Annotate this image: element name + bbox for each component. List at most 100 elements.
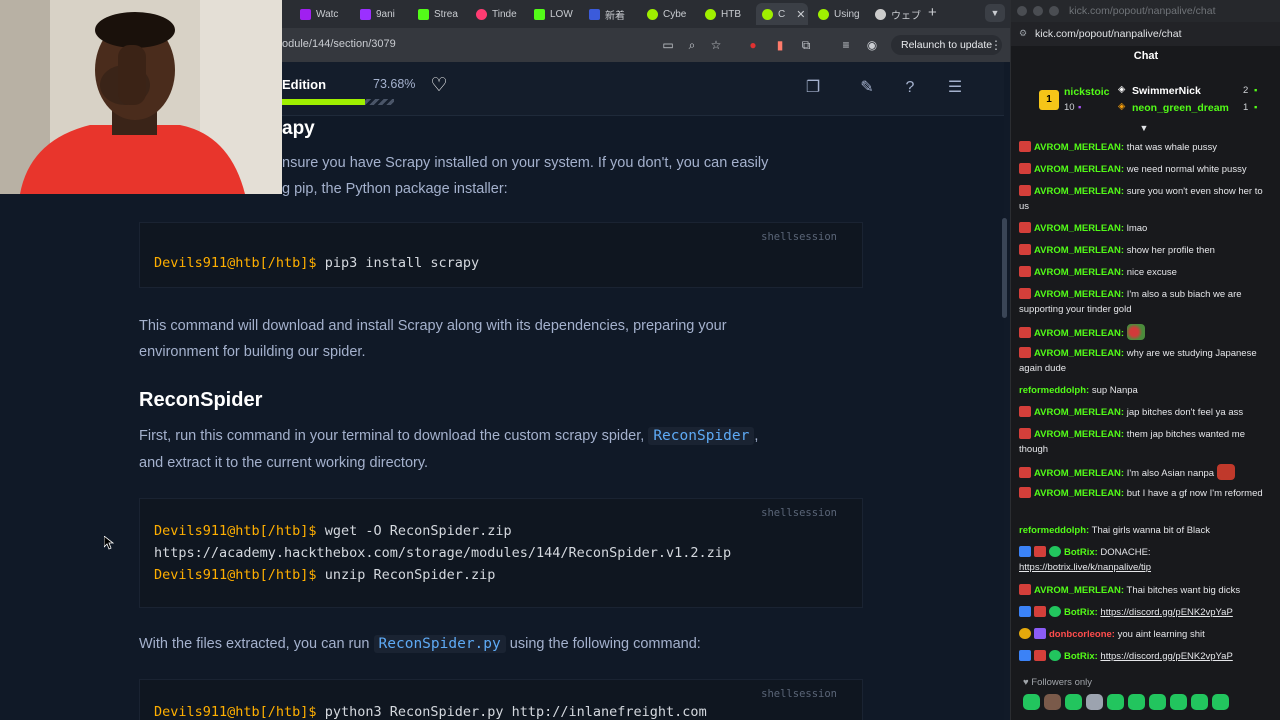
emote-bar [1023,694,1273,712]
tab-10[interactable]: ウェブ [875,3,921,25]
code-line: Devils911@htb[/htb]$ wget -O ReconSpider… [154,523,512,539]
tab-4[interactable]: LOW [534,3,580,25]
avatar[interactable]: ◉ [864,37,880,53]
badge-icon [1019,584,1031,595]
tab-3[interactable]: Tinde [476,3,522,25]
chat-title-bar: kick.com/popout/nanpalive/chat [1011,0,1280,22]
emote-icon[interactable] [1065,694,1082,710]
code-block-download[interactable]: shellsession Devils911@htb[/htb]$ wget -… [139,498,863,608]
leader-1-name[interactable]: nickstoic [1064,86,1110,98]
badge-icon [1019,546,1031,557]
paragraph-3-line-2: and extract it to the current working di… [139,455,429,471]
badge-icon [1019,650,1031,661]
tab-7[interactable]: HTB [705,3,751,25]
tab-9[interactable]: Using [818,3,864,25]
chat-link[interactable]: https://discord.gg/pENK2vpYaP [1100,607,1232,618]
window-minimize-icon[interactable] [1033,6,1043,16]
emote-icon[interactable] [1170,694,1187,710]
badge-icon [1019,141,1031,152]
tab-1[interactable]: 9ani [360,3,406,25]
pencil-icon[interactable]: ✎ [857,78,877,98]
badge-icon [1019,487,1031,498]
chat-message: AVROM_MERLEAN: show her profile then [1019,243,1271,258]
chat-message: BotRix: https://discord.gg/pENK2vpYaP [1019,649,1271,664]
emote-icon[interactable] [1212,694,1229,710]
help-icon[interactable]: ? [900,78,920,98]
followers-only-notice: ♥ Followers only [1023,677,1092,688]
chat-header: Chat [1133,50,1159,62]
chat-message: AVROM_MERLEAN: Thai bitches want big dic… [1019,583,1271,598]
code-block-run[interactable]: shellsession Devils911@htb[/htb]$ python… [139,679,863,720]
window-close-icon[interactable] [1017,6,1027,16]
code-block-install[interactable]: shellsession Devils911@htb[/htb]$ pip3 i… [139,222,863,288]
badge-icon [1034,606,1046,617]
paragraph-4: With the files extracted, you can run Re… [139,635,701,653]
chat-message: donbcorleone: you aint learning shit [1019,627,1271,642]
chat-address-bar: ⚙ kick.com/popout/nanpalive/chat [1011,22,1280,46]
window-maximize-icon[interactable] [1049,6,1059,16]
badge-icon [1019,406,1031,417]
chat-message: AVROM_MERLEAN: jap bitches don't feel ya… [1019,405,1271,420]
chat-link[interactable]: https://botrix.live/k/nanpalive/tip [1019,562,1151,573]
code-line: Devils911@htb[/htb]$ python3 ReconSpider… [154,704,707,720]
collapse-icon[interactable]: ▼ [1138,123,1150,135]
site-info-icon[interactable]: ⚙ [1019,28,1027,39]
chat-message: reformeddolph: sup Nanpa [1019,385,1138,396]
list-icon[interactable]: ☰ [945,78,965,98]
emote-icon[interactable] [1044,694,1061,710]
menu-kebab-icon[interactable]: ⋮ [990,38,1002,52]
badge-icon [1019,428,1031,439]
leader-3-count: 1 [1243,102,1249,113]
chat-message: AVROM_MERLEAN: lmao [1019,221,1271,236]
bookmark-star-icon[interactable]: ☆ [708,37,724,53]
badge-icon [1019,163,1031,174]
webcam-person-image [0,0,282,194]
relaunch-button[interactable]: Relaunch to update [891,35,1003,55]
emote-icon[interactable] [1023,694,1040,710]
emote-icon[interactable] [1128,694,1145,710]
tab-2[interactable]: Strea [418,3,468,25]
tab-6[interactable]: Cybe [647,3,693,25]
tab-favicon-icon [818,8,829,20]
tab-favicon-icon [300,8,311,20]
reconspider-heading: ReconSpider [139,389,263,411]
puzzle-icon[interactable]: ⧉ [798,37,814,53]
chevron-down-icon[interactable]: ▼ [985,4,1005,22]
tab-0[interactable]: Watc [300,3,352,25]
emote-icon[interactable] [1086,694,1103,710]
tab-favicon-icon [647,8,658,20]
emote-icon[interactable] [1107,694,1124,710]
scrollbar[interactable] [1002,218,1007,318]
chat-url-text[interactable]: kick.com/popout/nanpalive/chat [1035,28,1182,40]
chat-link[interactable]: https://discord.gg/pENK2vpYaP [1100,651,1232,662]
leader-2-name[interactable]: SwimmerNick [1132,85,1201,97]
inline-code-reconspider: ReconSpider [648,427,755,445]
tab-5[interactable]: 新着 [589,3,635,25]
zoom-icon[interactable]: ⌕ [684,37,700,53]
extension-icon[interactable]: ▮ [772,37,788,53]
code-line: Devils911@htb[/htb]$ unzip ReconSpider.z… [154,567,496,583]
progress-fill [282,99,365,105]
progress-percent: 73.68% [373,77,416,91]
tab-favicon-icon [875,8,886,20]
install-app-icon[interactable]: ▭ [660,37,676,53]
verified-icon [1049,606,1061,617]
media-control-icon[interactable]: ≡ [838,37,854,53]
badge-icon [1019,222,1031,233]
extension-record-icon[interactable]: ● [745,37,761,53]
code-lang-label: shellsession [761,688,837,700]
code-file-icon[interactable]: ❐ [803,78,823,98]
emote-icon [1126,324,1145,340]
intro-line-1: nsure you have Scrapy installed on your … [282,155,769,171]
new-tab-icon[interactable]: + [928,4,937,21]
tab-active[interactable]: C ✕ [756,3,808,25]
close-tab-icon[interactable]: ✕ [796,8,805,21]
url-text[interactable]: odule/144/section/3079 [282,38,396,50]
emote-icon[interactable] [1191,694,1208,710]
emote-icon[interactable] [1149,694,1166,710]
gift-leaderboard: 1 nickstoic 10 ▪ ◈ SwimmerNick 2 ▪ ◈ neo… [1011,80,1280,120]
heart-icon[interactable]: ♡ [429,76,449,96]
tab-favicon-icon [476,8,487,20]
leader-3-name[interactable]: neon_green_dream [1132,102,1229,114]
tab-favicon-icon [762,8,773,20]
